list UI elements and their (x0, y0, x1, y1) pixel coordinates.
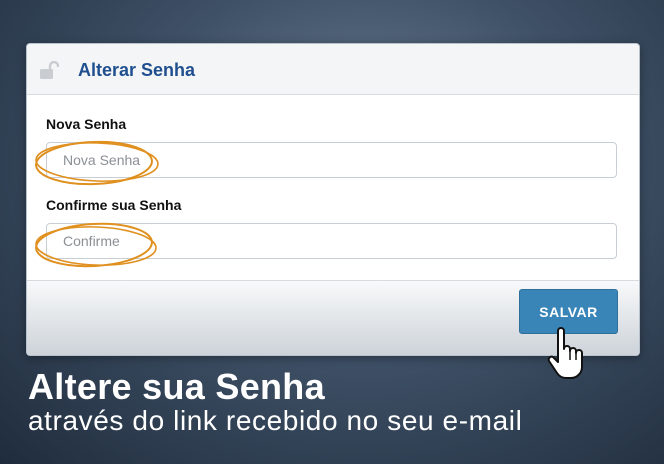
confirm-password-field[interactable] (46, 223, 617, 259)
new-password-label: Nova Senha (46, 116, 127, 132)
panel-header: Alterar Senha (27, 44, 639, 95)
change-password-panel: Alterar Senha Nova Senha Confirme sua Se… (26, 43, 640, 356)
confirm-password-label: Confirme sua Senha (46, 197, 182, 213)
caption-subline: através do link recebido no seu e-mail (28, 405, 523, 436)
hand-pointer-icon (546, 327, 590, 381)
new-password-field[interactable] (46, 142, 617, 178)
unlock-icon (39, 60, 60, 79)
caption-headline: Altere sua Senha (28, 366, 325, 407)
panel-title: Alterar Senha (78, 60, 196, 80)
